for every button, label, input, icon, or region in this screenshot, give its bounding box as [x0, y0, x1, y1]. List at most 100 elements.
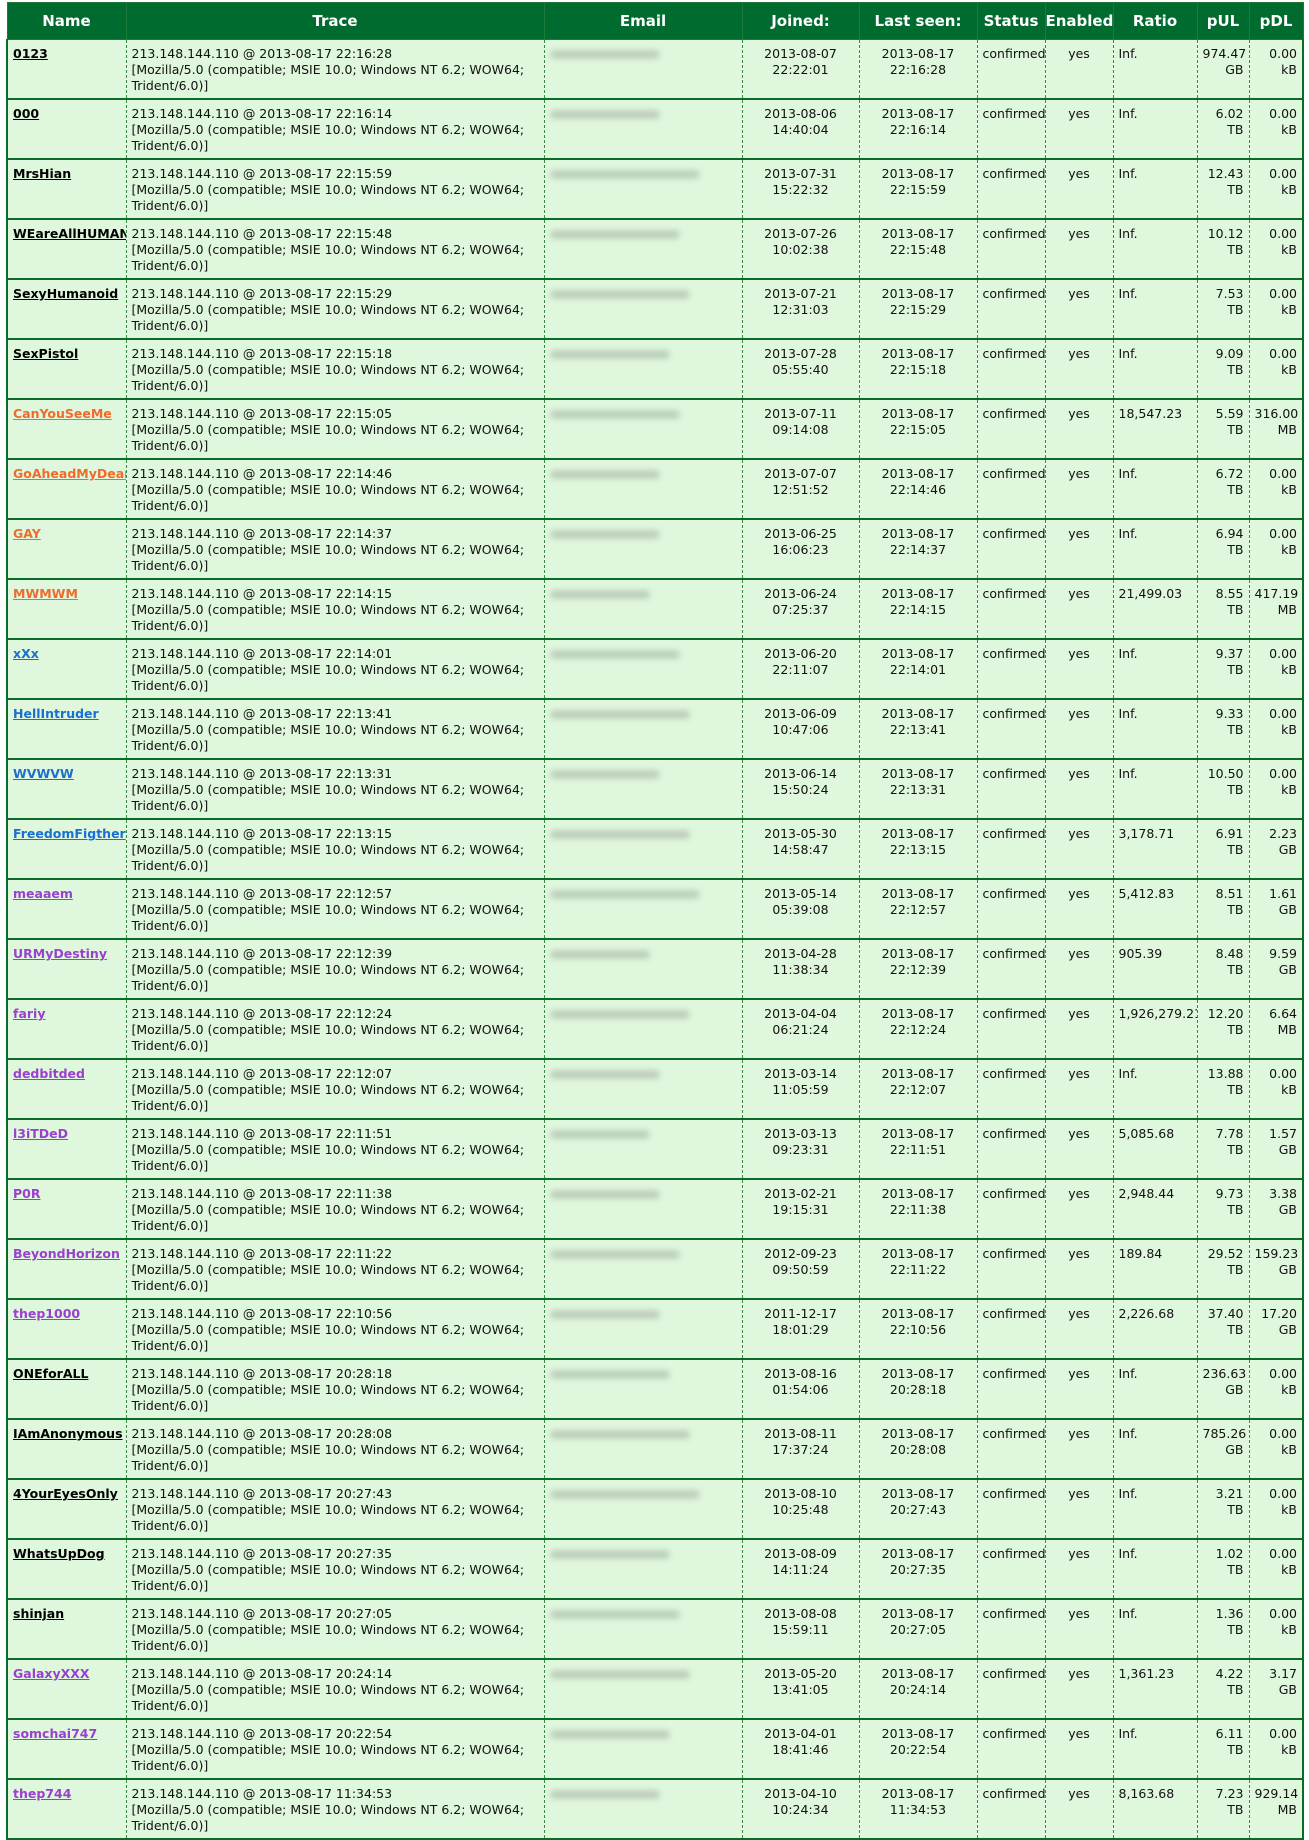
column-header-status[interactable]: Status	[976, 2, 1046, 40]
trace-user-agent: [Mozilla/5.0 (compatible; MSIE 10.0; Win…	[131, 662, 525, 693]
pdl-value: 2.23	[1269, 826, 1297, 841]
pul-value: 13.88	[1207, 1066, 1244, 1081]
pul-unit: TB	[1227, 1562, 1244, 1577]
pul-value: 3.21	[1215, 1486, 1244, 1501]
username-link[interactable]: MrsHian	[13, 166, 71, 181]
joined-time: 22:22:01	[772, 62, 829, 77]
username-link[interactable]: shinjan	[13, 1606, 64, 1621]
cell-ratio: Inf.	[1112, 1479, 1198, 1540]
joined-date: 2013-03-13	[764, 1126, 837, 1141]
column-header-email[interactable]: Email	[543, 2, 743, 40]
trace-ip-time: 213.148.144.110 @ 2013-08-17 22:12:07	[131, 1066, 393, 1081]
username-link[interactable]: xXx	[13, 646, 39, 661]
column-header-last-seen[interactable]: Last seen:	[858, 2, 978, 40]
pul-unit: TB	[1227, 1022, 1244, 1037]
cell-enabled: yes	[1044, 459, 1114, 520]
column-header-pdl[interactable]: pDL	[1248, 2, 1304, 40]
last-seen-date: 2013-08-17	[881, 1546, 955, 1561]
username-link[interactable]: URMyDestiny	[13, 946, 107, 961]
cell-pul: 9.37 TB	[1196, 639, 1250, 700]
cell-last-seen: 2013-08-17 22:15:05	[858, 399, 978, 460]
username-link[interactable]: thep744	[13, 1786, 71, 1801]
username-link[interactable]: somchai747	[13, 1726, 97, 1741]
cell-trace: 213.148.144.110 @ 2013-08-17 20:22:54 [Mo…	[125, 1719, 545, 1780]
last-seen-date: 2013-08-17	[881, 46, 955, 61]
pul-unit: TB	[1227, 182, 1244, 197]
username-link[interactable]: SexPistol	[13, 346, 78, 361]
username-link[interactable]: WhatsUpDog	[13, 1546, 105, 1561]
table-row: meaaem 213.148.144.110 @ 2013-08-17 22:12…	[6, 879, 1304, 940]
username-link[interactable]: CanYouSeeMe	[13, 406, 112, 421]
pdl-value: 0.00	[1269, 46, 1297, 61]
joined-time: 11:38:34	[772, 962, 829, 977]
cell-email	[543, 1419, 743, 1480]
username-link[interactable]: meaaem	[13, 886, 73, 901]
trace-ip-time: 213.148.144.110 @ 2013-08-17 22:14:37	[131, 526, 393, 541]
cell-enabled: yes	[1044, 339, 1114, 400]
username-link[interactable]: GalaxyXXX	[13, 1666, 90, 1681]
column-header-pul[interactable]: pUL	[1196, 2, 1250, 40]
username-link[interactable]: MWMWM	[13, 586, 78, 601]
username-link[interactable]: GAY	[13, 526, 41, 541]
pul-unit: TB	[1227, 662, 1244, 677]
username-link[interactable]: WVWVW	[13, 766, 74, 781]
cell-ratio: 1,361.23	[1112, 1659, 1198, 1720]
last-seen-time: 22:13:15	[889, 842, 947, 857]
username-link[interactable]: SexyHumanoid	[13, 286, 118, 301]
username-link[interactable]: FreedomFigther	[13, 826, 125, 841]
cell-name: FreedomFigther	[6, 819, 127, 880]
last-seen-time: 20:27:05	[889, 1622, 947, 1637]
last-seen-time: 22:11:22	[889, 1262, 947, 1277]
email-redacted	[549, 110, 660, 119]
pdl-value: 316.00	[1254, 406, 1299, 421]
trace-user-agent: [Mozilla/5.0 (compatible; MSIE 10.0; Win…	[131, 722, 525, 753]
username-link[interactable]: HellIntruder	[13, 706, 99, 721]
last-seen-time: 22:16:14	[889, 122, 947, 137]
cell-ratio: Inf.	[1112, 1539, 1198, 1600]
trace-ip-time: 213.148.144.110 @ 2013-08-17 20:27:05	[131, 1606, 393, 1621]
email-redacted	[549, 1310, 660, 1319]
column-header-enabled[interactable]: Enabled	[1044, 2, 1114, 40]
joined-date: 2013-05-20	[764, 1666, 837, 1681]
last-seen-date: 2013-08-17	[881, 1786, 955, 1801]
username-link[interactable]: 0123	[13, 46, 48, 61]
username-link[interactable]: WEareAllHUMAN	[13, 226, 125, 241]
username-link[interactable]: l3iTDeD	[13, 1126, 68, 1141]
username-link[interactable]: dedbitded	[13, 1066, 85, 1081]
email-redacted	[549, 1490, 700, 1499]
last-seen-time: 20:28:18	[889, 1382, 947, 1397]
pul-unit: GB	[1225, 1442, 1244, 1457]
trace-ip-time: 213.148.144.110 @ 2013-08-17 22:10:56	[131, 1306, 393, 1321]
cell-last-seen: 2013-08-17 22:11:51	[858, 1119, 978, 1180]
username-link[interactable]: ONEforALL	[13, 1366, 88, 1381]
last-seen-date: 2013-08-17	[881, 1306, 955, 1321]
cell-last-seen: 2013-08-17 22:14:15	[858, 579, 978, 640]
username-link[interactable]: thep1000	[13, 1306, 80, 1321]
username-link[interactable]: BeyondHorizon	[13, 1246, 120, 1261]
column-header-joined[interactable]: Joined:	[741, 2, 860, 40]
cell-name: P0R	[6, 1179, 127, 1240]
cell-status: confirmed	[976, 99, 1046, 160]
username-link[interactable]: P0R	[13, 1186, 40, 1201]
cell-pdl: 17.20 GB	[1248, 1299, 1304, 1360]
column-header-ratio[interactable]: Ratio	[1112, 2, 1198, 40]
username-link[interactable]: IAmAnonymous	[13, 1426, 123, 1441]
cell-name: SexyHumanoid	[6, 279, 127, 340]
cell-last-seen: 2013-08-17 22:13:41	[858, 699, 978, 760]
cell-pul: 9.33 TB	[1196, 699, 1250, 760]
column-header-trace[interactable]: Trace	[125, 2, 545, 40]
cell-trace: 213.148.144.110 @ 2013-08-17 22:16:28 [Mo…	[125, 39, 545, 100]
cell-joined: 2013-07-28 05:55:40	[741, 339, 860, 400]
cell-enabled: yes	[1044, 699, 1114, 760]
cell-joined: 2013-06-20 22:11:07	[741, 639, 860, 700]
pul-value: 5.59	[1215, 406, 1244, 421]
username-link[interactable]: 000	[13, 106, 39, 121]
username-link[interactable]: GoAheadMyDear	[13, 466, 125, 481]
username-link[interactable]: fariy	[13, 1006, 45, 1021]
joined-time: 05:39:08	[772, 902, 829, 917]
column-header-name[interactable]: Name	[6, 2, 127, 40]
joined-date: 2013-04-04	[764, 1006, 837, 1021]
cell-name: ONEforALL	[6, 1359, 127, 1420]
username-link[interactable]: 4YourEyesOnly	[13, 1486, 118, 1501]
cell-enabled: yes	[1044, 1059, 1114, 1120]
